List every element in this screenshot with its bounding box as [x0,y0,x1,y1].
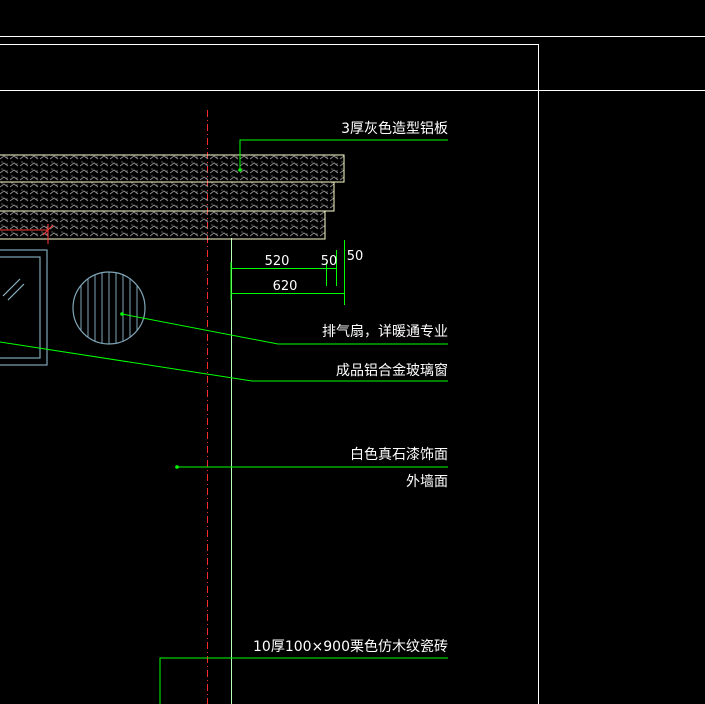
elevation-drawing: 3厚灰色造型铝板 排气扇，详暖通专业 成品铝合金玻璃窗 白色真石漆饰面 外墙面 … [0,36,705,704]
label-wall-finish: 白色真石漆饰面 [350,446,448,463]
label-tile: 10厚100×900栗色仿木纹瓷砖 [253,638,448,655]
label-ceiling-panel: 3厚灰色造型铝板 [341,120,448,137]
ceiling-panel-top [0,154,345,183]
ceiling-panel-middle [0,181,335,212]
dimension-lines [230,240,345,305]
leader-tile [159,657,448,704]
exhaust-fan-symbol [72,271,146,345]
dim-520: 520 [265,254,290,269]
label-wall-face: 外墙面 [406,474,448,490]
cad-drawing-canvas: 3厚灰色造型铝板 排气扇，详暖通专业 成品铝合金玻璃窗 白色真石漆饰面 外墙面 … [0,0,705,704]
label-exhaust-fan: 排气扇，详暖通专业 [322,324,448,340]
dim-620: 620 [273,279,298,294]
label-window: 成品铝合金玻璃窗 [336,362,448,379]
dim-50-inner: 50 [321,254,338,269]
ceiling-panel-bottom [0,210,326,240]
dim-50-outer: 50 [347,249,364,264]
